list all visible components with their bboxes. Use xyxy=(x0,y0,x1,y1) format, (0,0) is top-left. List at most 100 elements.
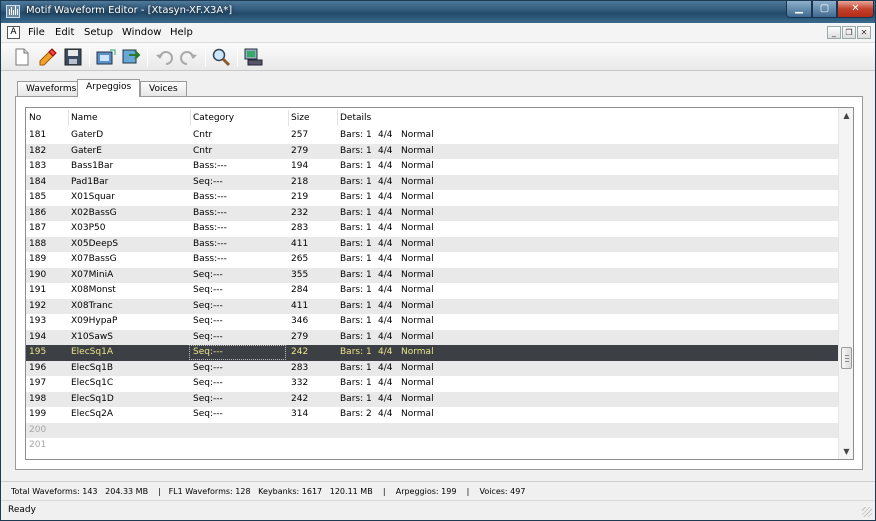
menu-window[interactable]: Window xyxy=(122,27,161,38)
mdi-restore-button[interactable]: ❐ xyxy=(842,26,856,39)
row-number: 189 xyxy=(29,254,47,264)
table-row[interactable]: 198 ElecSq1D Seq:--- 242 Bars: 1 4/4 Normal xyxy=(26,391,838,407)
table-row[interactable]: 183 Bass1Bar Bass:--- 194 Bars: 1 4/4 Normal xyxy=(26,159,838,175)
mdi-close-button[interactable]: ✕ xyxy=(857,26,871,39)
table-row[interactable]: 197 ElecSq1C Seq:--- 332 Bars: 1 4/4 Normal xyxy=(26,376,838,392)
column-header-name[interactable]: Name xyxy=(71,113,98,123)
row-name: GaterE xyxy=(71,145,102,156)
column-header-size[interactable]: Size xyxy=(291,113,309,123)
scroll-up-icon[interactable]: ▲ xyxy=(839,108,853,123)
row-size: 411 xyxy=(291,300,309,311)
row-category: Seq:--- xyxy=(193,285,223,295)
device-icon[interactable] xyxy=(242,46,264,68)
table-row[interactable]: 186 X02BassG Bass:--- 232 Bars: 1 4/4 Normal xyxy=(26,205,838,221)
row-time-signature: 4/4 xyxy=(378,393,393,404)
vertical-scrollbar[interactable]: ▲ ▼ xyxy=(838,108,853,459)
new-file-icon[interactable] xyxy=(11,46,33,68)
mdi-minimize-button[interactable]: _ xyxy=(827,26,841,39)
resize-grip-icon[interactable] xyxy=(862,507,872,517)
row-name: X08Tranc xyxy=(71,300,113,311)
row-number: 199 xyxy=(29,409,47,419)
table-row[interactable]: 184 Pad1Bar Seq:--- 218 Bars: 1 4/4 Normal xyxy=(26,174,838,190)
menu-help[interactable]: Help xyxy=(170,27,193,38)
row-number: 182 xyxy=(29,145,47,156)
table-row[interactable]: 182 GaterE Cntr 279 Bars: 1 4/4 Normal xyxy=(26,143,838,159)
column-header-category[interactable]: Category xyxy=(193,113,234,123)
row-size: 355 xyxy=(291,269,309,280)
menu-file[interactable]: File xyxy=(28,27,45,38)
table-row[interactable]: 185 X01Squar Bass:--- 219 Bars: 1 4/4 Normal xyxy=(26,190,838,206)
row-name: X02BassG xyxy=(71,207,117,218)
row-category: Bass:--- xyxy=(193,238,227,249)
row-mode: Normal xyxy=(401,176,434,187)
table-row[interactable]: 201 xyxy=(26,438,838,454)
app-icon[interactable] xyxy=(6,5,20,18)
row-number: 196 xyxy=(29,362,47,373)
row-time-signature: 4/4 xyxy=(378,130,393,140)
maximize-button[interactable]: ▢ xyxy=(812,1,837,18)
menu-setup[interactable]: Setup xyxy=(84,27,113,38)
open-edit-icon[interactable] xyxy=(37,46,59,68)
close-button[interactable]: ✕ xyxy=(837,1,874,18)
undo-icon[interactable] xyxy=(153,46,175,68)
row-time-signature: 4/4 xyxy=(378,362,393,373)
menu-edit[interactable]: Edit xyxy=(55,27,74,38)
tab-waveforms[interactable]: Waveforms xyxy=(17,81,86,96)
row-name: ElecSq2A xyxy=(71,409,113,419)
row-size: 314 xyxy=(291,409,309,419)
row-bars: Bars: 1 xyxy=(340,176,372,187)
table-row[interactable]: 189 X07BassG Bass:--- 265 Bars: 1 4/4 Normal xyxy=(26,252,838,268)
scroll-thumb[interactable] xyxy=(841,347,852,369)
row-name: X08Monst xyxy=(71,285,116,295)
row-mode: Normal xyxy=(401,238,434,249)
status-summary: Total Waveforms: 143 204.33 MB | FL1 Wav… xyxy=(11,487,526,496)
row-category: Seq:--- xyxy=(193,347,223,357)
table-row[interactable]: 193 X09HypaP Seq:--- 346 Bars: 1 4/4 Normal xyxy=(26,314,838,330)
save-icon[interactable] xyxy=(62,46,84,68)
row-name: X09HypaP xyxy=(71,316,118,326)
table-row[interactable]: 196 ElecSq1B Seq:--- 283 Bars: 1 4/4 Normal xyxy=(26,360,838,376)
table-row[interactable]: 190 X07MiniA Seq:--- 355 Bars: 1 4/4 Normal xyxy=(26,267,838,283)
row-number: 185 xyxy=(29,192,47,202)
redo-icon[interactable] xyxy=(178,46,200,68)
column-header-details[interactable]: Details xyxy=(340,113,371,123)
row-size: 283 xyxy=(291,223,309,233)
row-mode: Normal xyxy=(401,409,434,419)
row-number: 191 xyxy=(29,285,47,295)
tab-voices[interactable]: Voices xyxy=(140,81,187,96)
row-mode: Normal xyxy=(401,347,434,357)
row-category: Seq:--- xyxy=(193,409,223,419)
row-size: 242 xyxy=(291,393,309,404)
import-icon[interactable] xyxy=(95,46,117,68)
scroll-down-icon[interactable]: ▼ xyxy=(839,444,853,459)
title-bar[interactable]: Motif Waveform Editor - [Xtasyn-XF.X3A*]… xyxy=(1,1,875,23)
table-row[interactable]: 200 xyxy=(26,422,838,438)
arpeggio-list[interactable]: No Name Category Size Details 181 GaterD C… xyxy=(25,107,854,460)
column-header-no[interactable]: No xyxy=(29,113,41,123)
table-row[interactable]: 188 X05DeepS Bass:--- 411 Bars: 1 4/4 Normal xyxy=(26,236,838,252)
export-icon[interactable] xyxy=(120,46,142,68)
table-row[interactable]: 194 X10SawS Seq:--- 279 Bars: 1 4/4 Normal xyxy=(26,329,838,345)
row-size: 219 xyxy=(291,192,309,202)
row-bars: Bars: 1 xyxy=(340,362,372,373)
status-ready: Ready xyxy=(8,505,36,515)
row-category: Cntr xyxy=(193,145,213,156)
row-name: X07MiniA xyxy=(71,269,114,280)
tab-arpeggios[interactable]: Arpeggios xyxy=(77,79,141,97)
table-row[interactable]: 181 GaterD Cntr 257 Bars: 1 4/4 Normal xyxy=(26,128,838,144)
minimize-button[interactable]: ▁ xyxy=(786,1,812,18)
table-row[interactable]: 191 X08Monst Seq:--- 284 Bars: 1 4/4 Normal xyxy=(26,283,838,299)
document-icon[interactable]: A xyxy=(7,26,20,39)
table-row[interactable]: 187 X03P50 Bass:--- 283 Bars: 1 4/4 Normal xyxy=(26,221,838,237)
row-bars: Bars: 1 xyxy=(340,192,372,202)
row-bars: Bars: 1 xyxy=(340,223,372,233)
row-name: ElecSq1A xyxy=(71,347,113,357)
row-mode: Normal xyxy=(401,192,434,202)
search-icon[interactable] xyxy=(210,46,232,68)
table-row-selected[interactable]: 195 ElecSq1A Seq:--- 242 Bars: 1 4/4 Normal xyxy=(26,345,838,361)
table-row[interactable]: 192 X08Tranc Seq:--- 411 Bars: 1 4/4 Normal xyxy=(26,298,838,314)
table-row[interactable]: 199 ElecSq2A Seq:--- 314 Bars: 2 4/4 Normal xyxy=(26,407,838,423)
row-name: ElecSq1C xyxy=(71,378,114,388)
row-size: 232 xyxy=(291,207,309,218)
row-size: 411 xyxy=(291,238,309,249)
